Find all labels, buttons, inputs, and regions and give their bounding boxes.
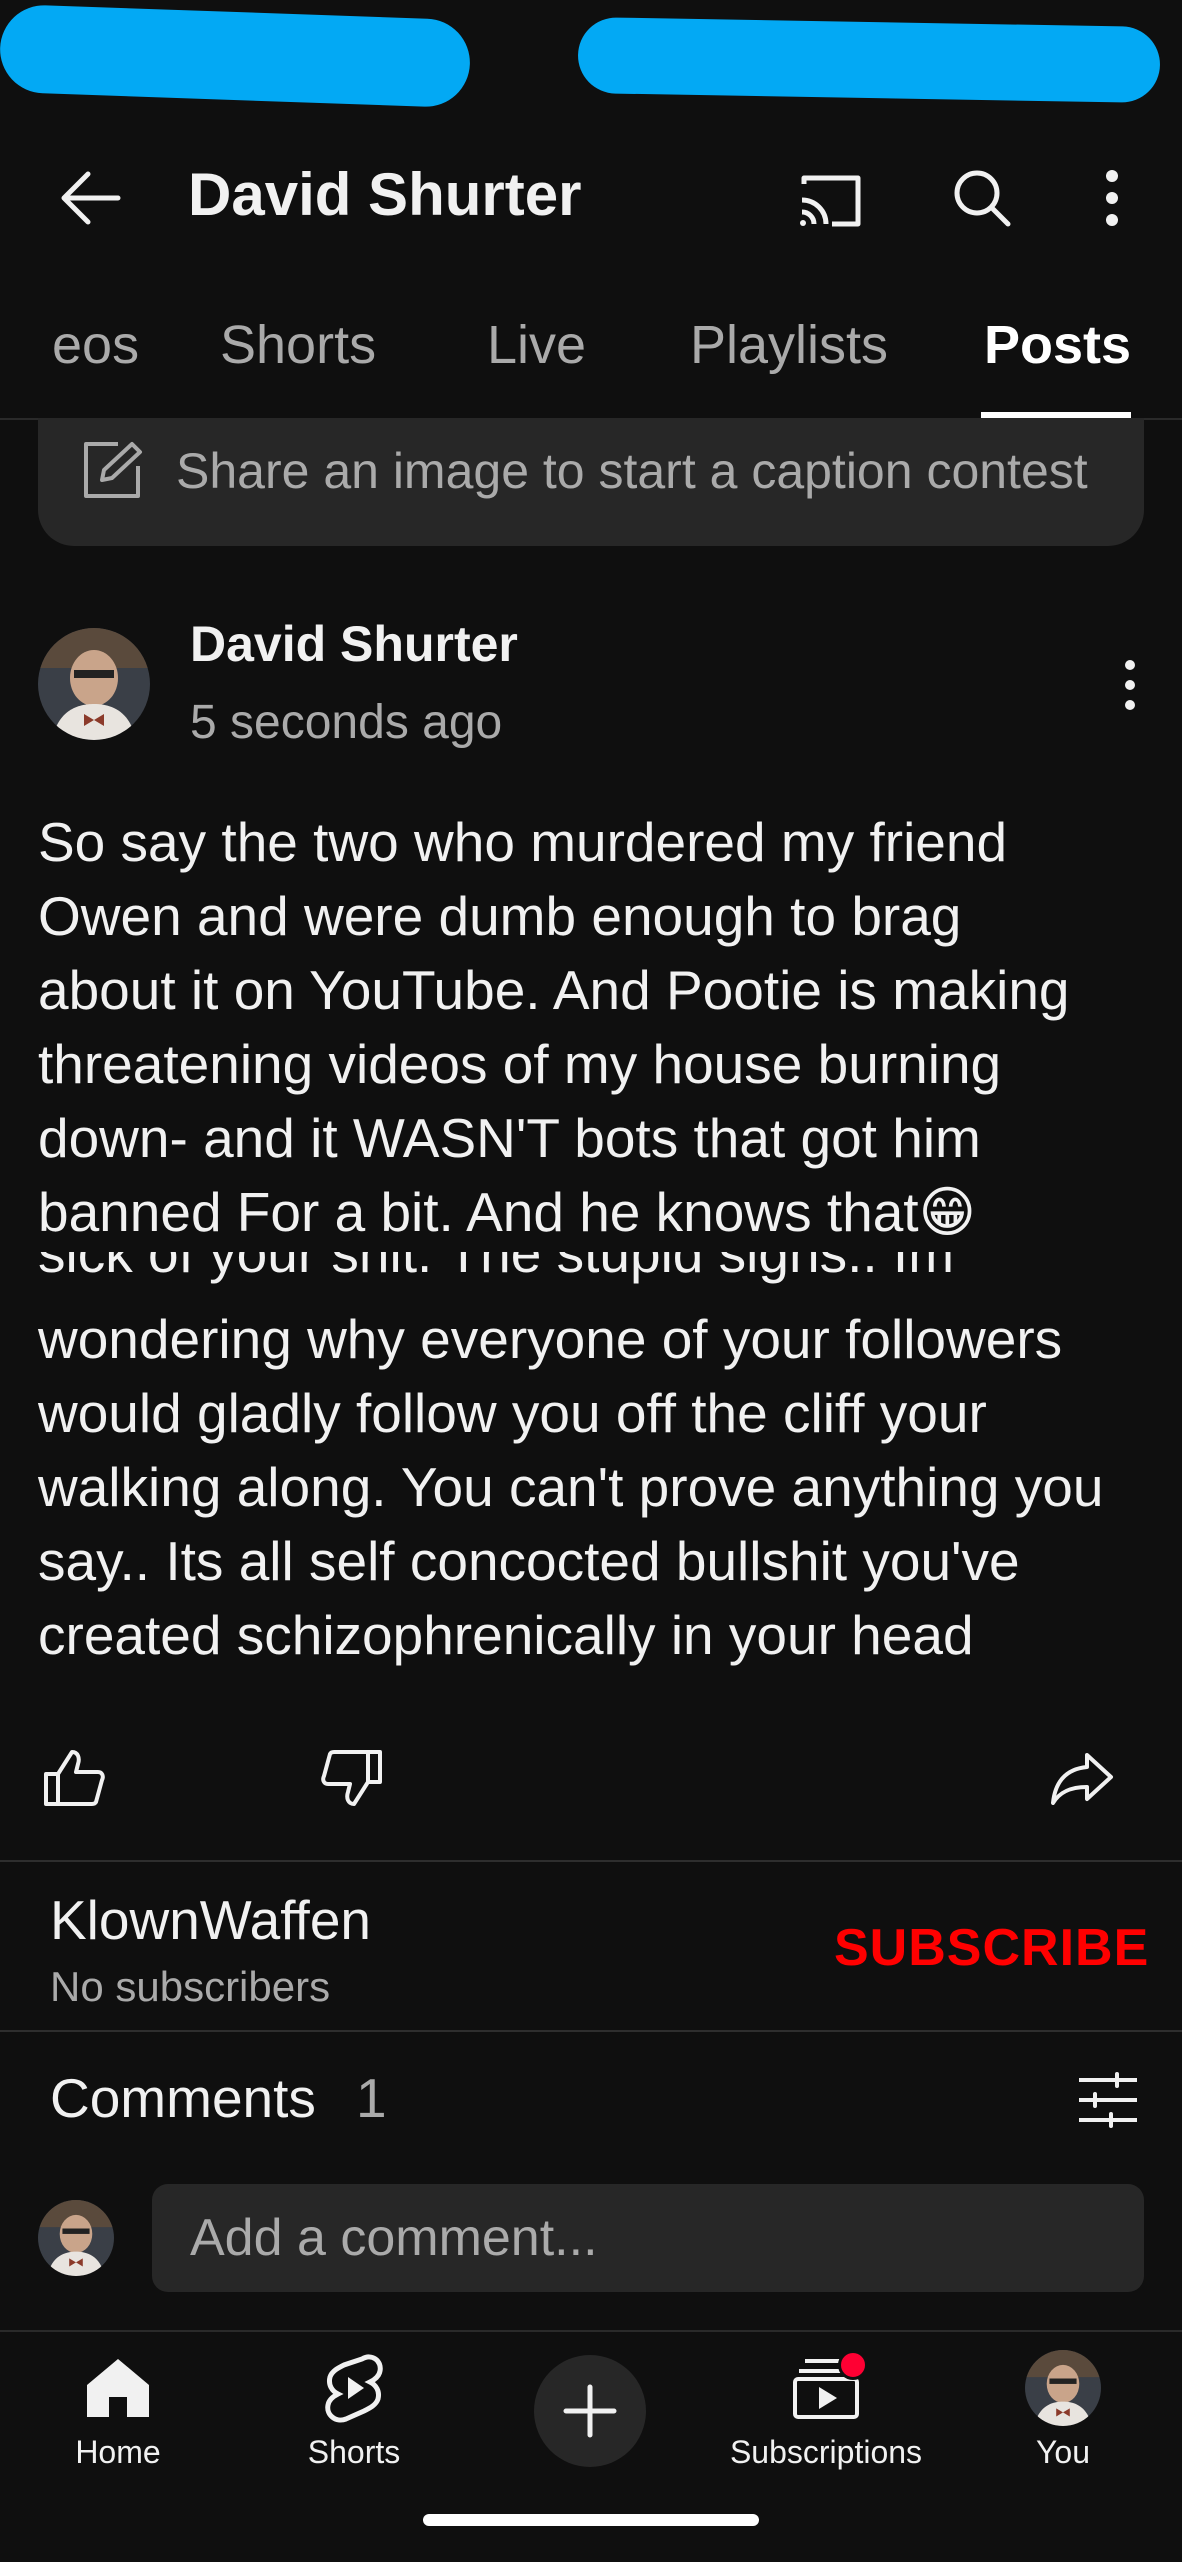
post-image-text-line: say.. Its all self concocted bullshit yo… <box>38 1530 1020 1592</box>
dislike-button[interactable] <box>314 1740 390 1816</box>
post-text-line: So say the two who murdered my friend <box>38 811 1008 873</box>
search-button[interactable] <box>942 158 1022 238</box>
post-image-text-line: would gladly follow you off the cliff yo… <box>38 1382 987 1444</box>
thumbs-down-icon <box>321 1750 382 1806</box>
redaction-scribble-right <box>577 16 1161 104</box>
post-author-name[interactable]: David Shurter <box>190 615 518 673</box>
commenter-subscriber-count: No subscribers <box>50 1963 331 2010</box>
home-icon <box>87 2359 149 2417</box>
tab-shorts[interactable]: Shorts <box>220 314 376 376</box>
more-vert-icon <box>1125 660 1135 710</box>
post-timestamp: 5 seconds ago <box>190 696 503 749</box>
post-text: So say the two who murdered my friend Ow… <box>38 805 1148 1249</box>
post-text-line: threatening videos of my house burning <box>38 1033 1002 1095</box>
tab-posts[interactable]: Posts <box>984 314 1131 376</box>
nav-you-avatar[interactable] <box>1025 2350 1101 2426</box>
post-text-line: about it on YouTube. And Pootie is makin… <box>38 959 1070 1021</box>
search-icon <box>954 170 1011 227</box>
edit-image-icon <box>84 442 142 498</box>
share-button[interactable] <box>1044 1740 1120 1816</box>
back-arrow-icon <box>61 171 121 225</box>
divider <box>0 1860 1182 1862</box>
sort-comments-button[interactable] <box>1070 2064 1146 2136</box>
post-author-avatar[interactable] <box>38 628 150 740</box>
post-image-text-line: walking along. You can't prove anything … <box>38 1456 1104 1518</box>
back-button[interactable] <box>50 158 130 238</box>
redaction-scribble-left <box>0 3 472 109</box>
add-comment-placeholder: Add a comment... <box>190 2209 598 2267</box>
nav-home[interactable] <box>68 2350 168 2426</box>
more-vert-icon <box>1106 170 1118 226</box>
avatar <box>38 2200 114 2276</box>
shorts-icon <box>325 2354 383 2423</box>
filter-sliders-icon <box>1079 2072 1137 2128</box>
nav-shorts[interactable] <box>304 2350 404 2426</box>
home-gesture-indicator[interactable] <box>423 2514 759 2526</box>
more-options-button[interactable] <box>1090 158 1134 238</box>
thumbs-up-icon <box>44 1750 105 1806</box>
tab-playlists[interactable]: Playlists <box>690 314 888 376</box>
post-more-options-button[interactable] <box>1110 655 1150 715</box>
post-text-line: Owen and were dumb enough to brag <box>38 885 962 947</box>
comments-count: 1 <box>356 2067 387 2129</box>
cast-icon <box>800 175 861 227</box>
post-image-text[interactable]: wondering why everyone of your followers… <box>38 1302 1148 1672</box>
post-text-line: banned For a bit. And he knows that😁 <box>38 1181 976 1243</box>
tab-videos[interactable]: eos <box>52 314 139 376</box>
comments-heading: Comments <box>50 2067 316 2129</box>
create-plus-icon <box>563 2384 617 2438</box>
cast-button[interactable] <box>790 160 870 240</box>
nav-label-you: You <box>1036 2434 1090 2470</box>
tab-live[interactable]: Live <box>487 314 586 376</box>
divider <box>0 2030 1182 2032</box>
post-image-text-line: sick of your shit. The stupid signs.. Im <box>38 1252 955 1284</box>
subscribe-button[interactable]: SUBSCRIBE <box>834 1918 1149 1978</box>
post-image-text-line: created schizophrenically in your head <box>38 1604 974 1666</box>
page-title: David Shurter <box>188 161 582 228</box>
share-icon <box>1051 1753 1113 1805</box>
like-button[interactable] <box>36 1740 112 1816</box>
share-caption-contest-text: Share an image to start a caption contes… <box>176 443 1088 499</box>
post-image-cut-line: sick of your shit. The stupid signs.. Im <box>38 1252 1148 1298</box>
channel-tabs: eos Shorts Live Playlists Posts <box>0 300 1182 420</box>
commenter-channel-name[interactable]: KlownWaffen <box>50 1888 371 1952</box>
post-image-text-line: wondering why everyone of your followers <box>38 1308 1063 1370</box>
post-text-line: down- and it WASN'T bots that got him <box>38 1107 981 1169</box>
notification-dot <box>838 2350 868 2380</box>
nav-label-shorts: Shorts <box>307 2434 401 2470</box>
